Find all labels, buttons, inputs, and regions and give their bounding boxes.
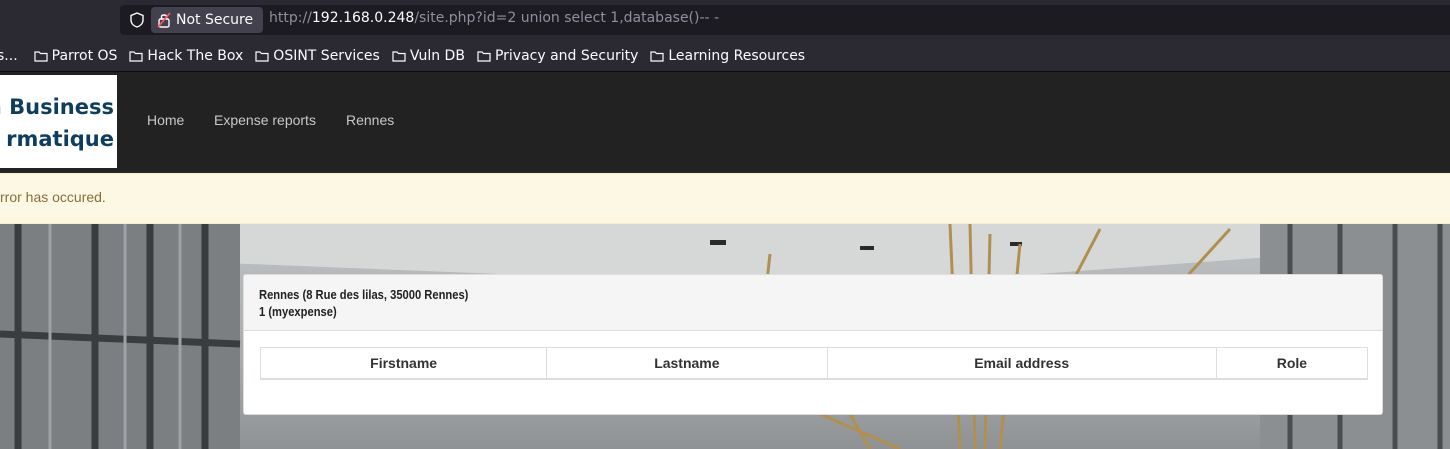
security-label: Not Secure xyxy=(176,12,254,28)
column-firstname: Firstname xyxy=(259,347,548,380)
column-role: Role xyxy=(1215,347,1369,380)
site-navbar: a Business rmatique Home Expense reports… xyxy=(0,72,1450,172)
employee-panel: Rennes (8 Rue des lilas, 35000 Rennes) 1… xyxy=(243,274,1383,415)
bookmark-label: s... xyxy=(0,47,18,64)
bookmark-label: Vuln DB xyxy=(409,47,465,64)
url-path: /site.php?id=2 union select 1,database()… xyxy=(414,10,720,26)
not-secure-badge[interactable]: Not Secure xyxy=(151,7,263,33)
bookmark-label: Parrot OS xyxy=(51,47,118,64)
folder-icon xyxy=(255,50,269,62)
bookmark-privacy-security[interactable]: Privacy and Security xyxy=(477,48,638,64)
nav-rennes[interactable]: Rennes xyxy=(346,112,394,128)
alert-text: rror has occured. xyxy=(0,189,106,205)
bookmark-hack-the-box[interactable]: Hack The Box xyxy=(129,48,243,64)
folder-icon xyxy=(34,50,48,62)
folder-icon xyxy=(392,50,406,62)
bookmark-label: Hack The Box xyxy=(147,47,244,64)
bookmark-parrot-os[interactable]: Parrot OS xyxy=(34,47,118,64)
column-lastname: Lastname xyxy=(546,347,828,380)
logo-line-2: rmatique xyxy=(6,127,114,151)
nav-home[interactable]: Home xyxy=(147,112,184,128)
folder-icon xyxy=(129,50,144,62)
error-alert: rror has occured. xyxy=(0,173,1450,224)
employee-table: Firstname Lastname Email address Role xyxy=(259,347,1369,380)
folder-icon xyxy=(477,50,491,62)
url-host: 192.168.0.248 xyxy=(311,10,415,26)
bookmark-vuln-db[interactable]: Vuln DB xyxy=(392,48,465,64)
site-logo[interactable]: a Business rmatique xyxy=(0,75,117,168)
browser-url-bar: Not Secure http://192.168.0.248/site.php… xyxy=(0,0,1450,40)
bookmarks-toolbar: s... Parrot OS Hack The Box OSINT Servic… xyxy=(0,40,1450,72)
panel-heading-result: 1 (myexpense) xyxy=(259,304,337,319)
bookmark-label: Privacy and Security xyxy=(494,47,639,64)
panel-heading-site: Rennes (8 Rue des lilas, 35000 Rennes) xyxy=(259,287,469,302)
logo-line-1: a Business xyxy=(0,95,114,119)
bookmark-osint-services[interactable]: OSINT Services xyxy=(255,48,380,64)
table-header-row: Firstname Lastname Email address Role xyxy=(259,347,1369,380)
bookmark-label: OSINT Services xyxy=(273,47,380,64)
column-email: Email address xyxy=(826,347,1217,380)
url-text[interactable]: http://192.168.0.248/site.php?id=2 union… xyxy=(269,10,719,26)
panel-heading: Rennes (8 Rue des lilas, 35000 Rennes) 1… xyxy=(244,275,1382,331)
folder-icon xyxy=(650,50,664,62)
nav-expense-reports[interactable]: Expense reports xyxy=(214,112,316,128)
lock-insecure-icon xyxy=(157,12,171,28)
bookmark-label: Learning Resources xyxy=(668,47,806,64)
shield-icon[interactable] xyxy=(128,11,146,29)
url-scheme: http:// xyxy=(269,10,312,26)
bookmark-truncated[interactable]: s... xyxy=(0,48,18,64)
bookmark-learning-resources[interactable]: Learning Resources xyxy=(650,48,805,64)
